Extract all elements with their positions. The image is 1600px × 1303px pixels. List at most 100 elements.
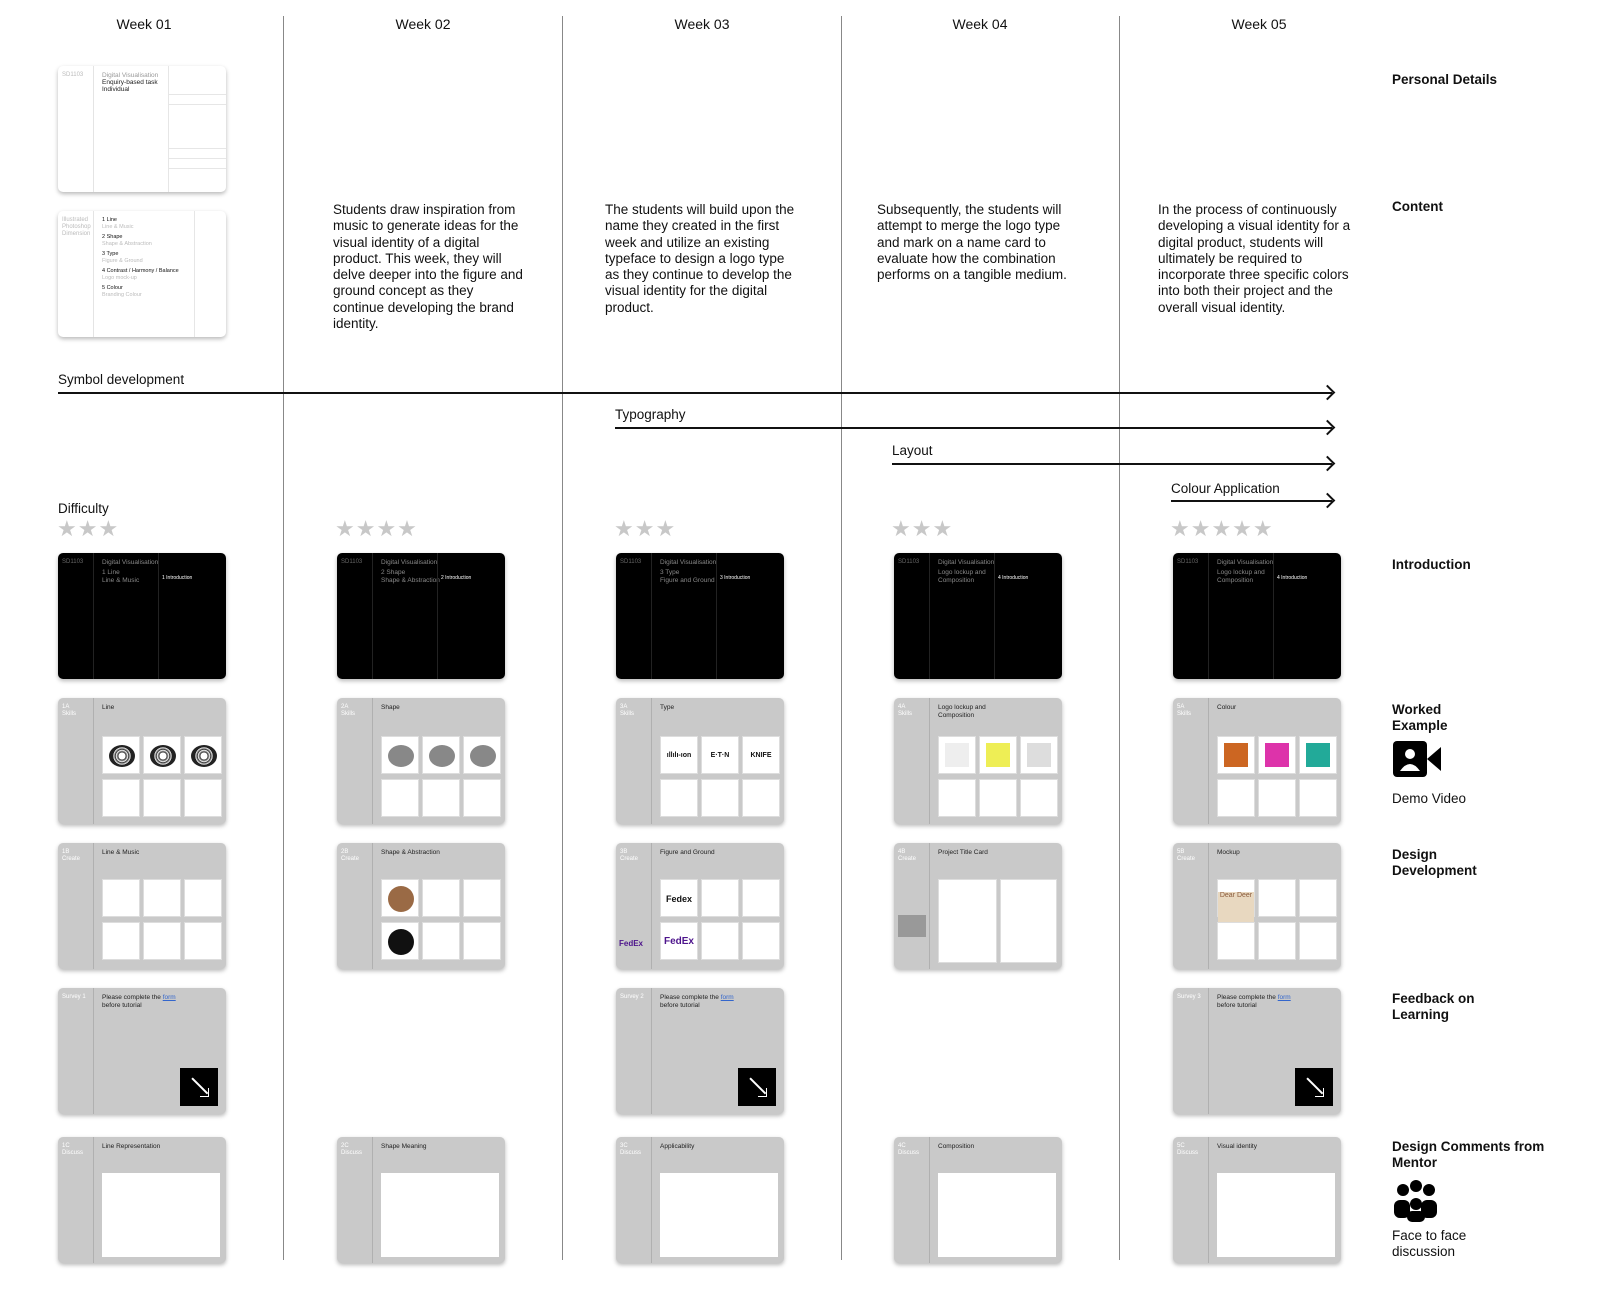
track-arrow-layout bbox=[892, 463, 1332, 465]
mentor-card-title: Applicability bbox=[660, 1143, 695, 1150]
row-label-personal-details: Personal Details bbox=[1392, 72, 1498, 87]
notes-box[interactable] bbox=[381, 1173, 499, 1257]
intro-card-divider bbox=[716, 553, 717, 679]
content-item-title: 5 Colour bbox=[102, 285, 123, 291]
your-work-box bbox=[660, 779, 698, 817]
worked-card-side: 2A Skills bbox=[337, 698, 373, 824]
mentor-card-side: 5C Discuss bbox=[1173, 1137, 1209, 1263]
week-02-header: Week 02 bbox=[395, 16, 451, 32]
dev-card-title: Project Title Card bbox=[938, 849, 988, 856]
feedback-survey-card[interactable]: Survey 3 Please complete the form before t… bbox=[1173, 988, 1341, 1114]
row-label-feedback: Feedback on Learning bbox=[1392, 991, 1475, 1022]
your-work-box bbox=[463, 779, 501, 817]
sketch-box bbox=[463, 879, 501, 917]
example-thumbnail bbox=[1217, 736, 1255, 774]
intro-card-intro: 4 Introduction bbox=[998, 575, 1029, 581]
content-item-title: 2 Shape bbox=[102, 234, 123, 240]
worked-example-card[interactable]: 4A Skills Logo lockup and Composition bbox=[894, 698, 1062, 824]
row-label-mentor: Design Comments from Mentor bbox=[1392, 1139, 1545, 1170]
notes-box[interactable] bbox=[938, 1173, 1056, 1257]
intro-card-course: Digital Visualisation bbox=[660, 559, 717, 566]
your-work-box bbox=[938, 779, 976, 817]
intro-card-course: Digital Visualisation bbox=[1217, 559, 1274, 566]
week-03-header: Week 03 bbox=[674, 16, 730, 32]
content-week03: The students will build upon the name th… bbox=[605, 202, 795, 315]
survey-card-side: Survey 2 bbox=[616, 988, 652, 1114]
example-graphic bbox=[1265, 743, 1289, 767]
example-graphic bbox=[1306, 743, 1330, 767]
worked-card-title: Logo lockup and Composition bbox=[938, 704, 986, 719]
intro-card-topic: Logo lockup and Composition bbox=[938, 569, 986, 584]
mentor-discussion-card[interactable]: 1C Discuss Line Representation bbox=[58, 1137, 226, 1263]
sketch-box bbox=[701, 879, 739, 917]
intro-card-divider bbox=[158, 553, 159, 679]
example-graphic bbox=[945, 743, 969, 767]
worked-card-side: 1A Skills bbox=[58, 698, 94, 824]
example-thumbnail: E·T·N bbox=[701, 736, 739, 774]
design-development-card[interactable]: 4B Create Project Title Card bbox=[894, 843, 1062, 969]
example-graphic bbox=[429, 745, 455, 767]
your-work-box bbox=[1258, 779, 1296, 817]
intro-card[interactable]: SD1103 Digital Visualisation Logo lockup a… bbox=[894, 553, 1062, 679]
design-development-card[interactable]: 2B Create Shape & Abstraction bbox=[337, 843, 505, 969]
example-thumbnail bbox=[102, 736, 140, 774]
intro-card-topic: 3 Type Figure and Ground bbox=[660, 569, 715, 584]
your-work-box bbox=[422, 779, 460, 817]
week-05-header: Week 05 bbox=[1231, 16, 1287, 32]
example-thumbnail bbox=[938, 736, 976, 774]
intro-card-intro: 3 Introduction bbox=[720, 575, 751, 581]
row-label-content: Content bbox=[1392, 199, 1443, 214]
dev-card-side: 3B Create bbox=[616, 843, 652, 969]
intro-card[interactable]: SD1103 Digital Visualisation 2 Shape Shape… bbox=[337, 553, 505, 679]
notes-box[interactable] bbox=[102, 1173, 220, 1257]
survey-form-link[interactable]: form bbox=[1278, 994, 1291, 1001]
difficulty-stars-week03: ★★★ bbox=[614, 516, 677, 541]
content-card[interactable]: Illustrated Photoshop Dimension 1 Line L… bbox=[58, 211, 226, 337]
example-thumbnail bbox=[422, 736, 460, 774]
worked-example-card[interactable]: 2A Skills Shape bbox=[337, 698, 505, 824]
worked-example-card[interactable]: 5A Skills Colour bbox=[1173, 698, 1341, 824]
intro-card[interactable]: SD1103 Digital Visualisation 1 Line Line &… bbox=[58, 553, 226, 679]
worked-card-title: Colour bbox=[1217, 704, 1237, 711]
mentor-discussion-card[interactable]: 2C Discuss Shape Meaning bbox=[337, 1137, 505, 1263]
intro-card-course: Digital Visualisation bbox=[381, 559, 438, 566]
example-graphic bbox=[470, 745, 496, 767]
personal-details-card[interactable]: SD1103 Digital Visualisation Enquiry-bas… bbox=[58, 66, 226, 192]
worked-example-card[interactable]: 3A Skills Type ıllılı-ıon E·T·N KNIFE bbox=[616, 698, 784, 824]
intro-card[interactable]: SD1103 Digital Visualisation 3 Type Figure… bbox=[616, 553, 784, 679]
content-week04: Subsequently, the students will attempt … bbox=[877, 202, 1067, 283]
survey-card-text: Please complete the form before tutorial bbox=[102, 994, 182, 1009]
week-divider bbox=[1119, 16, 1120, 1260]
survey-text: Please complete the bbox=[102, 994, 163, 1001]
worked-example-card[interactable]: 1A Skills Line bbox=[58, 698, 226, 824]
your-work-box bbox=[381, 779, 419, 817]
sketch-box bbox=[102, 922, 140, 960]
sketch-box bbox=[1258, 879, 1296, 917]
feedback-survey-card[interactable]: Survey 2 Please complete the form before t… bbox=[616, 988, 784, 1114]
mentor-discussion-card[interactable]: 4C Discuss Composition bbox=[894, 1137, 1062, 1263]
design-development-card[interactable]: 5B Create Mockup Dear Deer bbox=[1173, 843, 1341, 969]
survey-form-link[interactable]: form bbox=[163, 994, 176, 1001]
design-development-card[interactable]: 3B Create Figure and Ground Fedex FedEx FedE… bbox=[616, 843, 784, 969]
example-thumbnail bbox=[463, 736, 501, 774]
sketch-box bbox=[742, 879, 780, 917]
notes-box[interactable] bbox=[1217, 1173, 1335, 1257]
mentor-card-title: Shape Meaning bbox=[381, 1143, 427, 1150]
intro-card-code: SD1103 bbox=[58, 553, 94, 679]
mentor-card-title: Visual identity bbox=[1217, 1143, 1257, 1150]
dev-card-side: 4B Create bbox=[894, 843, 930, 969]
survey-form-link[interactable]: form bbox=[721, 994, 734, 1001]
survey-card-side: Survey 1 bbox=[58, 988, 94, 1114]
notes-box[interactable] bbox=[660, 1173, 778, 1257]
sketch-box bbox=[381, 922, 419, 960]
difficulty-stars-week05: ★★★★★ bbox=[1170, 516, 1274, 541]
sketch-box bbox=[143, 879, 181, 917]
feedback-survey-card[interactable]: Survey 1 Please complete the form before t… bbox=[58, 988, 226, 1114]
intro-card-topic: Logo lockup and Composition bbox=[1217, 569, 1265, 584]
mentor-discussion-card[interactable]: 3C Discuss Applicability bbox=[616, 1137, 784, 1263]
mentor-discussion-card[interactable]: 5C Discuss Visual identity bbox=[1173, 1137, 1341, 1263]
design-development-card[interactable]: 1B Create Line & Music bbox=[58, 843, 226, 969]
arrow-down-right-icon bbox=[1295, 1068, 1333, 1106]
intro-card[interactable]: SD1103 Digital Visualisation Logo lockup a… bbox=[1173, 553, 1341, 679]
sketch-box: FedEx bbox=[660, 922, 698, 960]
